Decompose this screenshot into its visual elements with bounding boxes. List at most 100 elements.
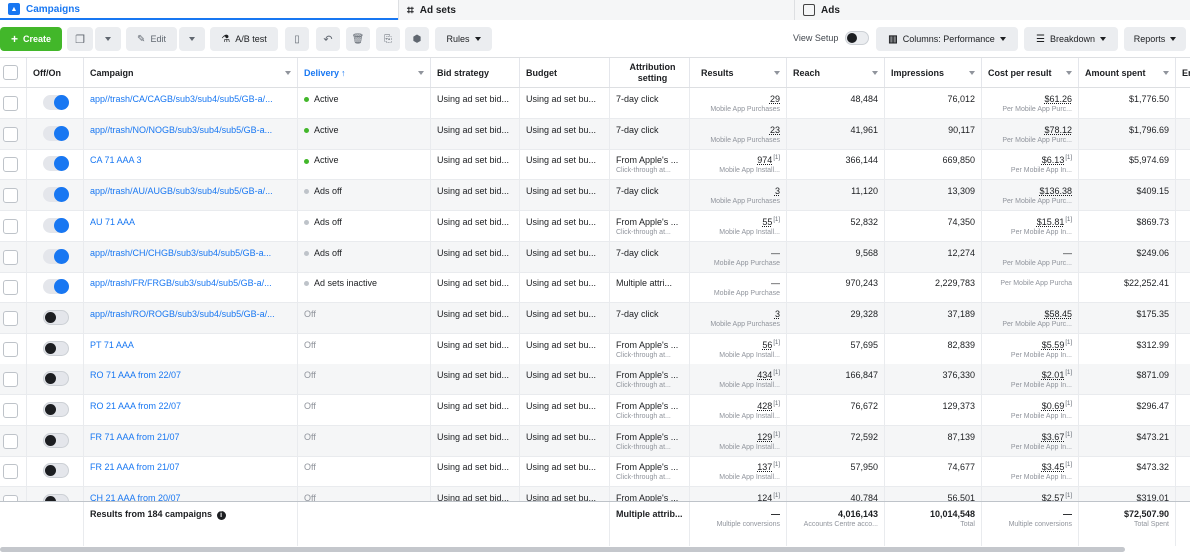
row-checkbox[interactable]	[3, 310, 18, 326]
campaign-toggle[interactable]	[43, 217, 69, 233]
cell-campaign[interactable]: CA 71 AAA 3	[84, 149, 298, 180]
table-row[interactable]: app//trash/CA/CAGB/sub3/sub4/sub5/GB-a/.…	[0, 88, 1190, 119]
cell-campaign[interactable]: RO 21 AAA from 22/07	[84, 395, 298, 425]
col-delivery[interactable]: Delivery ↑	[298, 58, 431, 87]
cell-campaign[interactable]: app//trash/RO/ROGB/sub3/sub4/sub5/GB-a/.…	[84, 302, 298, 333]
edit-button[interactable]: ✎ Edit	[126, 27, 177, 51]
campaign-toggle[interactable]	[43, 402, 69, 417]
table-row[interactable]: app//trash/NO/NOGB/sub3/sub4/sub5/GB-a..…	[0, 118, 1190, 150]
campaign-toggle[interactable]	[43, 432, 69, 448]
table-row[interactable]: PT 71 AAA Off Using ad set bid... Using ad …	[0, 333, 1190, 365]
col-reach[interactable]: Reach	[787, 58, 885, 87]
campaign-toggle[interactable]	[43, 279, 69, 295]
ab-test-button[interactable]: ⚗ A/B test	[210, 27, 278, 51]
cell-campaign[interactable]: PT 71 AAA	[84, 333, 298, 364]
campaign-name-link[interactable]: PT 71 AAA	[90, 340, 134, 350]
row-checkbox[interactable]	[3, 403, 18, 418]
cell-campaign[interactable]: FR 21 AAA from 21/07	[84, 456, 298, 487]
columns-button[interactable]: ▥ Columns: Performance	[876, 27, 1018, 51]
row-checkbox[interactable]	[3, 464, 18, 480]
row-checkbox[interactable]	[3, 280, 18, 296]
campaign-name-link[interactable]: app//trash/NO/NOGB/sub3/sub4/sub5/GB-a..…	[90, 125, 272, 135]
col-cost-per-result[interactable]: Cost per result	[982, 58, 1079, 87]
row-checkbox[interactable]	[3, 157, 18, 173]
campaign-name-link[interactable]: RO 21 AAA from 22/07	[90, 401, 181, 411]
breakdown-button[interactable]: ☰ Breakdown	[1024, 27, 1118, 51]
cell-campaign[interactable]: RO 71 AAA from 22/07	[84, 364, 298, 395]
view-setup-toggle[interactable]	[845, 31, 869, 45]
duplicate-dropdown[interactable]	[95, 27, 121, 51]
campaign-toggle[interactable]	[43, 125, 69, 141]
col-campaign[interactable]: Campaign	[84, 58, 298, 87]
row-checkbox[interactable]	[3, 96, 18, 111]
table-row[interactable]: AU 71 AAA Ads off Using ad set bid... Using…	[0, 210, 1190, 242]
cell-campaign[interactable]: app//trash/NO/NOGB/sub3/sub4/sub5/GB-a..…	[84, 118, 298, 149]
campaign-name-link[interactable]: RO 71 AAA from 22/07	[90, 370, 181, 380]
campaign-toggle[interactable]	[43, 463, 69, 479]
col-budget[interactable]: Budget	[520, 58, 610, 87]
horizontal-scrollbar[interactable]	[0, 547, 1125, 552]
row-checkbox[interactable]	[3, 341, 18, 357]
row-checkbox[interactable]	[3, 188, 18, 204]
campaign-name-link[interactable]: app//trash/RO/ROGB/sub3/sub4/sub5/GB-a/.…	[90, 309, 275, 319]
campaign-name-link[interactable]: FR 71 AAA from 21/07	[90, 432, 180, 442]
cell-campaign[interactable]: app//trash/CH/CHGB/sub3/sub4/sub5/GB-a..…	[84, 241, 298, 272]
campaign-name-link[interactable]: CA 71 AAA 3	[90, 155, 142, 165]
campaign-toggle[interactable]	[43, 187, 69, 203]
table-row[interactable]: FR 71 AAA from 21/07 Off Using ad set bid.…	[0, 425, 1190, 457]
cell-campaign[interactable]: FR 71 AAA from 21/07	[84, 425, 298, 456]
create-button[interactable]: + Create	[0, 27, 62, 51]
col-results[interactable]: Results	[690, 58, 787, 87]
col-budget-label: Budget	[526, 67, 557, 78]
campaign-toggle[interactable]	[43, 95, 69, 110]
tag-button[interactable]: ⬢	[405, 27, 429, 51]
cell-spent: $249.06	[1079, 241, 1176, 272]
campaign-toggle[interactable]	[43, 156, 69, 172]
campaign-name-link[interactable]: FR 21 AAA from 21/07	[90, 462, 180, 472]
table-row[interactable]: app//trash/FR/FRGB/sub3/sub4/sub5/GB-a/.…	[0, 272, 1190, 304]
campaign-name-link[interactable]: app//trash/FR/FRGB/sub3/sub4/sub5/GB-a/.…	[90, 278, 272, 288]
tab-ads[interactable]: Ads	[794, 0, 1190, 20]
col-attribution[interactable]: Attribution setting	[610, 58, 690, 87]
delete-button[interactable]: 🗑	[346, 27, 370, 51]
campaign-toggle[interactable]	[43, 340, 69, 356]
info-icon[interactable]: i	[216, 511, 226, 520]
cell-campaign[interactable]: AU 71 AAA	[84, 210, 298, 241]
campaign-toggle[interactable]	[43, 248, 69, 264]
duplicate-button[interactable]: ❐	[67, 27, 93, 51]
rules-button[interactable]: Rules	[435, 27, 492, 51]
campaign-name-link[interactable]: app//trash/CA/CAGB/sub3/sub4/sub5/GB-a/.…	[90, 94, 273, 104]
row-checkbox[interactable]	[3, 433, 18, 449]
clipboard-button[interactable]: ▯	[285, 27, 309, 51]
table-row[interactable]: app//trash/AU/AUGB/sub3/sub4/sub5/GB-a/.…	[0, 180, 1190, 212]
cell-campaign[interactable]: app//trash/AU/AUGB/sub3/sub4/sub5/GB-a/.…	[84, 180, 298, 211]
table-row[interactable]: FR 21 AAA from 21/07 Off Using ad set bid.…	[0, 456, 1190, 488]
cell-campaign[interactable]: app//trash/CA/CAGB/sub3/sub4/sub5/GB-a/.…	[84, 88, 298, 118]
table-row[interactable]: app//trash/CH/CHGB/sub3/sub4/sub5/GB-a..…	[0, 241, 1190, 273]
campaign-toggle[interactable]	[43, 309, 69, 325]
table-row[interactable]: app//trash/RO/ROGB/sub3/sub4/sub5/GB-a/.…	[0, 302, 1190, 334]
col-amount-spent[interactable]: Amount spent	[1079, 58, 1176, 87]
row-checkbox[interactable]	[3, 372, 18, 388]
table-row[interactable]: CA 71 AAA 3 Active Using ad set bid... Usin…	[0, 149, 1190, 181]
tab-campaigns[interactable]: ▲ Campaigns	[0, 0, 398, 20]
row-checkbox[interactable]	[3, 249, 18, 265]
preview-button[interactable]: ⎘	[376, 27, 400, 51]
col-ends[interactable]: En	[1176, 58, 1190, 87]
cell-campaign[interactable]: app//trash/FR/FRGB/sub3/sub4/sub5/GB-a/.…	[84, 272, 298, 303]
row-checkbox[interactable]	[3, 126, 18, 142]
edit-dropdown[interactable]	[179, 27, 205, 51]
reports-button[interactable]: Reports	[1124, 27, 1186, 51]
campaign-name-link[interactable]: AU 71 AAA	[90, 217, 135, 227]
table-row[interactable]: RO 71 AAA from 22/07 Off Using ad set bid.…	[0, 364, 1190, 396]
select-all-checkbox[interactable]	[3, 65, 18, 80]
campaign-name-link[interactable]: app//trash/CH/CHGB/sub3/sub4/sub5/GB-a..…	[90, 248, 271, 258]
campaign-name-link[interactable]: app//trash/AU/AUGB/sub3/sub4/sub5/GB-a/.…	[90, 186, 273, 196]
campaign-toggle[interactable]	[43, 371, 69, 387]
col-impressions[interactable]: Impressions	[885, 58, 982, 87]
table-row[interactable]: RO 21 AAA from 22/07 Off Using ad set bid.…	[0, 395, 1190, 426]
row-checkbox[interactable]	[3, 218, 18, 234]
undo-button[interactable]: ↶	[316, 27, 340, 51]
tab-adsets[interactable]: ⌗ Ad sets	[398, 0, 794, 20]
col-bid-strategy[interactable]: Bid strategy	[431, 58, 520, 87]
